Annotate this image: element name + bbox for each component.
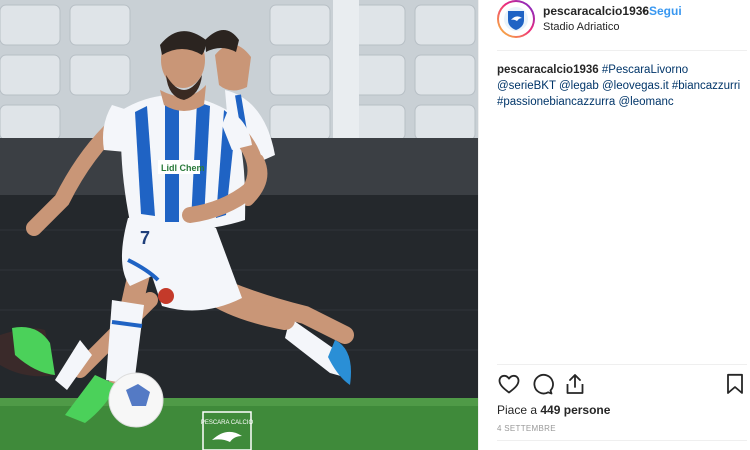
likes-suffix: persone [563,403,611,417]
photo-watermark: PESCARA CALCIO [201,420,254,426]
caption-username[interactable]: pescaracalcio1936 [497,64,599,76]
pescara-dolphin-crest-icon [504,7,528,31]
likes-prefix: Piace a [497,403,538,417]
mention-link[interactable]: @legab [559,80,599,92]
post-header: pescaracalcio1936 • Segui Stadio Adriati… [479,0,750,44]
footer-divider [497,440,747,441]
mention-link[interactable]: @serieBKT [497,80,556,92]
action-bar [497,372,747,398]
location-link[interactable]: Stadio Adriatico [543,21,619,33]
shirt-number: 7 [140,228,150,248]
likes-number: 449 [540,403,561,417]
heart-icon[interactable] [497,372,521,396]
bookmark-icon[interactable] [723,372,747,396]
post-username[interactable]: pescaracalcio1936 [543,4,649,18]
hashtag-link[interactable]: #PescaraLivorno [602,64,688,76]
header-divider [497,50,747,51]
follow-button[interactable]: Segui [649,4,682,18]
mention-link[interactable]: @leomanc [618,96,673,108]
football-player-photo: 7 Lidl Chem PESCARA CALCIO [0,0,478,450]
jersey-sponsor: Lidl Chem [161,163,205,173]
separator-dot: • [642,4,647,18]
post-caption: pescaracalcio1936 #PescaraLivorno @serie… [497,62,747,110]
mention-link[interactable]: @leovegas.it [602,80,669,92]
post-side-panel: pescaracalcio1936 • Segui Stadio Adriati… [478,0,750,450]
comment-icon[interactable] [530,372,554,396]
likes-count[interactable]: Piace a 449 persone [497,403,610,417]
actions-divider [497,364,747,365]
hashtag-link[interactable]: #biancazzurri [672,80,740,92]
post-date[interactable]: 4 SETTEMBRE [497,424,556,433]
post-photo[interactable]: 7 Lidl Chem PESCARA CALCIO [0,0,478,450]
instagram-post: 7 Lidl Chem PESCARA CALCIO pescaracalcio… [0,0,750,450]
avatar[interactable] [497,0,535,38]
hashtag-link[interactable]: #passionebiancazzurra [497,96,615,108]
share-icon[interactable] [563,372,587,396]
